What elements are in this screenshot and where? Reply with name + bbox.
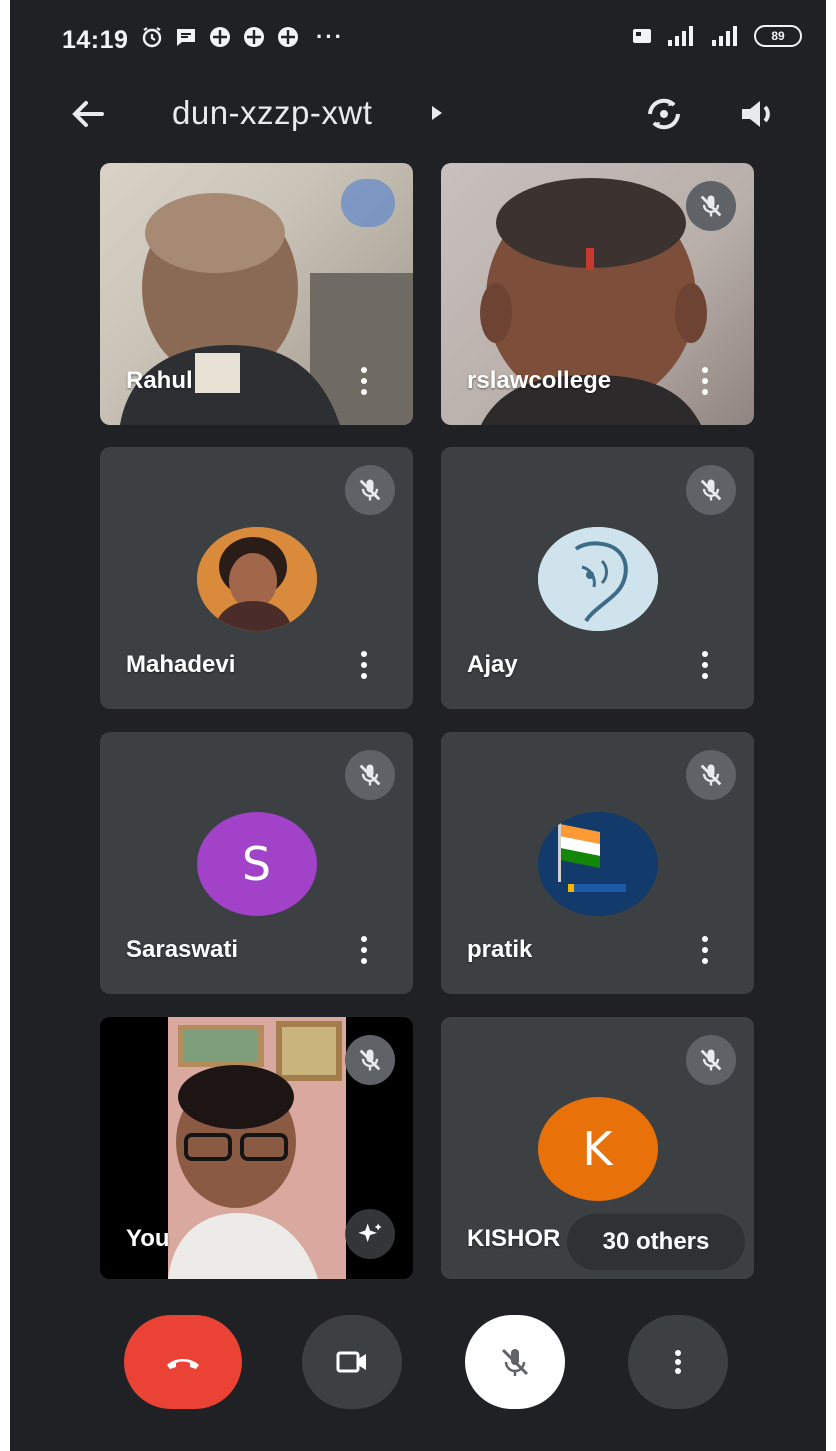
meeting-code[interactable]: dun-xzzp-xwt bbox=[172, 94, 372, 132]
participant-avatar: K bbox=[537, 1097, 658, 1201]
participant-name: rslawcollege bbox=[467, 367, 612, 394]
speaking-indicator-icon bbox=[341, 179, 395, 227]
mic-off-icon bbox=[686, 750, 736, 800]
more-vert-icon[interactable] bbox=[359, 651, 369, 683]
avatar-initial: K bbox=[582, 1122, 613, 1176]
participant-name: pratik bbox=[467, 936, 533, 963]
participant-avatar bbox=[537, 527, 658, 631]
participant-name: Ajay bbox=[467, 651, 518, 678]
camera-icon bbox=[336, 1351, 366, 1373]
system-icons: 89 bbox=[630, 24, 802, 48]
app-notification-icon bbox=[208, 25, 232, 49]
participant-tile[interactable]: S Saraswati bbox=[100, 732, 413, 994]
participant-tile[interactable]: rslawcollege bbox=[441, 163, 754, 425]
more-vert-icon[interactable] bbox=[700, 651, 710, 683]
more-vert-icon[interactable] bbox=[700, 367, 710, 399]
mic-off-icon bbox=[686, 1035, 736, 1085]
more-options-button[interactable] bbox=[628, 1315, 728, 1409]
alarm-icon bbox=[140, 25, 164, 49]
mic-off-icon bbox=[345, 1035, 395, 1085]
mic-off-icon bbox=[686, 465, 736, 515]
participant-name: You bbox=[126, 1225, 170, 1252]
more-vert-icon bbox=[675, 1350, 681, 1374]
app-notification-icon bbox=[276, 25, 300, 49]
participant-name: KISHOR bbox=[467, 1225, 561, 1252]
self-view-tile[interactable]: You bbox=[100, 1017, 413, 1279]
meet-screen: 14:19 ··· 89 dun-xzzp-xwt Rahul rslawcol… bbox=[10, 0, 826, 1451]
speaker-icon[interactable] bbox=[734, 90, 782, 138]
effects-sparkle-icon[interactable] bbox=[345, 1209, 395, 1259]
participant-avatar: S bbox=[196, 812, 317, 916]
self-video bbox=[168, 1017, 346, 1279]
back-arrow-icon[interactable] bbox=[66, 92, 110, 136]
status-time: 14:19 bbox=[62, 26, 129, 54]
avatar-initial: S bbox=[241, 837, 272, 891]
participant-name: Mahadevi bbox=[126, 651, 236, 678]
camera-toggle-button[interactable] bbox=[302, 1315, 402, 1409]
more-vert-icon[interactable] bbox=[700, 936, 710, 968]
message-icon bbox=[174, 25, 198, 49]
participant-tile[interactable]: Ajay bbox=[441, 447, 754, 709]
meeting-details-caret-icon[interactable] bbox=[432, 106, 442, 120]
participant-avatar bbox=[196, 527, 317, 631]
mic-off-icon bbox=[345, 465, 395, 515]
participant-avatar bbox=[537, 812, 658, 916]
participant-tile[interactable]: pratik bbox=[441, 732, 754, 994]
microphone-toggle-button[interactable] bbox=[465, 1315, 565, 1409]
more-vert-icon[interactable] bbox=[359, 936, 369, 968]
mic-off-icon bbox=[345, 750, 395, 800]
end-call-button[interactable] bbox=[124, 1315, 242, 1409]
app-notification-icon bbox=[242, 25, 266, 49]
end-call-icon bbox=[167, 1359, 199, 1369]
meeting-header: dun-xzzp-xwt bbox=[10, 80, 826, 150]
status-bar: 14:19 ··· 89 bbox=[10, 0, 826, 80]
participant-name: Rahul bbox=[126, 367, 193, 394]
participant-tile[interactable]: Mahadevi bbox=[100, 447, 413, 709]
others-chip[interactable]: 30 others bbox=[567, 1214, 745, 1270]
switch-camera-icon[interactable] bbox=[640, 90, 688, 138]
participant-name: Saraswati bbox=[126, 936, 239, 963]
more-notifications-indicator: ··· bbox=[316, 24, 344, 49]
signal-strength-icon bbox=[710, 24, 742, 48]
signal-strength-icon bbox=[666, 24, 698, 48]
mic-off-icon bbox=[686, 181, 736, 231]
mic-off-icon bbox=[501, 1348, 529, 1376]
participant-tile[interactable]: Rahul bbox=[100, 163, 413, 425]
more-vert-icon[interactable] bbox=[359, 367, 369, 399]
sim-icon bbox=[630, 24, 654, 48]
notification-icons: ··· bbox=[140, 24, 344, 50]
battery-icon: 89 bbox=[754, 25, 802, 47]
